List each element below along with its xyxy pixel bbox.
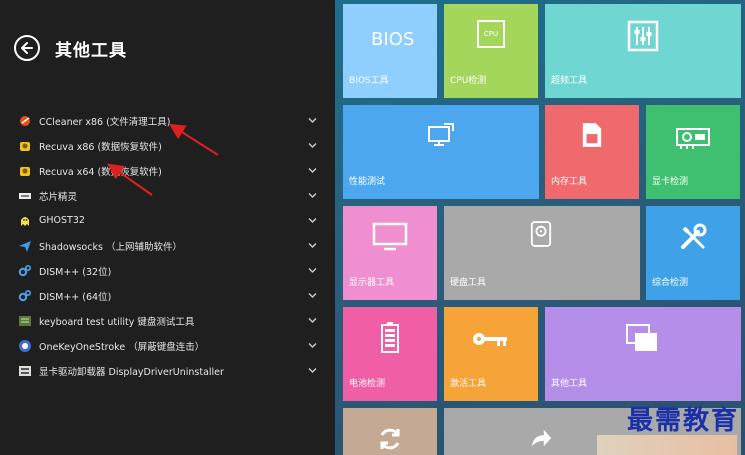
- ghost-icon: [18, 214, 32, 228]
- tool-item-onekeyonestroke[interactable]: OneKeyOneStroke （屏蔽键盘连击）: [0, 333, 335, 358]
- tile-battery[interactable]: 电池检测: [343, 307, 437, 401]
- ccleaner-icon: [18, 114, 32, 128]
- refresh-icon: [380, 428, 400, 450]
- watermark-logo: 最需教育: [626, 406, 739, 436]
- tool-item-dism-32[interactable]: DISM++ (32位): [0, 258, 335, 283]
- tool-item-label: DISM++ (32位): [39, 266, 112, 278]
- tile-label: 激活工具: [450, 379, 487, 389]
- chevron-down-icon[interactable]: [308, 166, 317, 175]
- tool-item-label: DISM++ (64位): [39, 291, 112, 303]
- tool-item-display-driver-uninstaller[interactable]: 显卡驱动卸载器 DisplayDriverUninstaller: [0, 358, 335, 383]
- battery-icon: [381, 322, 399, 353]
- tool-list: CCleaner x86 (文件清理工具) Recuva x86 (数据恢复软件…: [0, 108, 335, 383]
- tool-item-dism-64[interactable]: DISM++ (64位): [0, 283, 335, 308]
- performance-monitor-icon: [428, 123, 454, 146]
- graphics-card-icon: [676, 128, 710, 149]
- back-button[interactable]: [14, 35, 40, 61]
- chevron-down-icon[interactable]: [308, 316, 317, 325]
- tile-cpu[interactable]: CPU CPU检测: [444, 4, 538, 98]
- chip-icon: [18, 189, 32, 203]
- tile-label: 电池检测: [349, 379, 386, 389]
- tool-item-label: keyboard test utility 键盘测试工具: [39, 316, 195, 328]
- back-arrow-icon: [21, 42, 33, 54]
- recuva-icon: [18, 139, 32, 153]
- tile-label: 显示器工具: [349, 278, 395, 288]
- tool-item-label: GHOST32: [39, 215, 85, 226]
- display-driver-icon: [18, 364, 32, 378]
- paper-plane-icon: [18, 239, 32, 253]
- watermark-banner: [597, 435, 737, 455]
- tools-icon: [681, 223, 707, 249]
- chevron-down-icon[interactable]: [308, 241, 317, 250]
- tile-label: 综合检测: [652, 278, 689, 288]
- tile-grid: BIOS BIOS工具 CPU CPU检测 超频工具 性能测试 内存工具 显卡检…: [335, 0, 745, 455]
- bios-text-icon: BIOS: [371, 29, 415, 50]
- tile-integrated[interactable]: 综合检测: [646, 206, 740, 300]
- tile-activation[interactable]: 激活工具: [444, 307, 538, 401]
- tool-item-label: Shadowsocks （上网辅助软件）: [39, 241, 182, 253]
- tool-item-recuva-x86[interactable]: Recuva x86 (数据恢复软件): [0, 133, 335, 158]
- monitor-icon: [372, 222, 408, 251]
- tile-label: CPU检测: [450, 76, 487, 86]
- onekey-icon: [18, 339, 32, 353]
- tool-item-shadowsocks[interactable]: Shadowsocks （上网辅助软件）: [0, 233, 335, 258]
- tool-item-recuva-x64[interactable]: Recuva x64 (数据恢复软件): [0, 158, 335, 183]
- tile-bios[interactable]: BIOS BIOS工具: [343, 4, 437, 98]
- chevron-down-icon[interactable]: [308, 116, 317, 125]
- memory-card-icon: [582, 123, 602, 147]
- chevron-down-icon[interactable]: [308, 341, 317, 350]
- chevron-down-icon[interactable]: [308, 216, 317, 225]
- tile-refresh[interactable]: [343, 408, 437, 455]
- tool-item-label: 显卡驱动卸载器 DisplayDriverUninstaller: [39, 366, 224, 378]
- chevron-down-icon[interactable]: [308, 366, 317, 375]
- windows-stack-icon: [626, 324, 657, 351]
- chevron-down-icon[interactable]: [308, 266, 317, 275]
- tool-item-chip-genius[interactable]: 芯片精灵: [0, 183, 335, 208]
- hard-disk-icon: [530, 221, 552, 247]
- tile-label: 性能测试: [349, 177, 386, 187]
- tile-label: BIOS工具: [349, 76, 389, 86]
- sliders-icon: [627, 20, 659, 52]
- tool-item-label: Recuva x86 (数据恢复软件): [39, 141, 162, 153]
- tool-item-ccleaner-x86[interactable]: CCleaner x86 (文件清理工具): [0, 108, 335, 133]
- tool-item-label: OneKeyOneStroke （屏蔽键盘连击）: [39, 341, 205, 353]
- chevron-down-icon[interactable]: [308, 291, 317, 300]
- tool-item-ghost32[interactable]: GHOST32: [0, 208, 335, 233]
- tool-item-label: 芯片精灵: [39, 191, 78, 203]
- gear-icon: [18, 289, 32, 303]
- tile-gpu[interactable]: 显卡检测: [646, 105, 740, 199]
- tile-disk[interactable]: 硬盘工具: [444, 206, 640, 300]
- cpu-chip-text: CPU: [483, 30, 499, 38]
- keyboard-icon: [18, 314, 32, 328]
- tile-performance[interactable]: 性能测试: [343, 105, 539, 199]
- key-icon: [473, 333, 507, 346]
- tile-label: 超频工具: [551, 76, 588, 86]
- tool-item-label: Recuva x64 (数据恢复软件): [39, 166, 162, 178]
- chevron-down-icon[interactable]: [308, 141, 317, 150]
- tile-other[interactable]: 其他工具: [545, 307, 741, 401]
- tile-label: 显卡检测: [652, 177, 689, 187]
- tool-item-keyboard-test[interactable]: keyboard test utility 键盘测试工具: [0, 308, 335, 333]
- cpu-chip-icon: CPU: [477, 20, 505, 48]
- share-arrow-icon: [531, 429, 552, 447]
- tile-overclock[interactable]: 超频工具: [545, 4, 741, 98]
- chevron-down-icon[interactable]: [308, 191, 317, 200]
- panel-title: 其他工具: [55, 41, 127, 61]
- tile-label: 硬盘工具: [450, 278, 487, 288]
- tile-memory[interactable]: 内存工具: [545, 105, 639, 199]
- tile-label: 内存工具: [551, 177, 588, 187]
- tool-item-label: CCleaner x86 (文件清理工具): [39, 116, 171, 128]
- gear-icon: [18, 264, 32, 278]
- tile-monitor[interactable]: 显示器工具: [343, 206, 437, 300]
- recuva-icon: [18, 164, 32, 178]
- tools-panel: 其他工具 CCleaner x86 (文件清理工具) Recuva x86 (数…: [0, 0, 335, 455]
- tile-label: 其他工具: [551, 379, 588, 389]
